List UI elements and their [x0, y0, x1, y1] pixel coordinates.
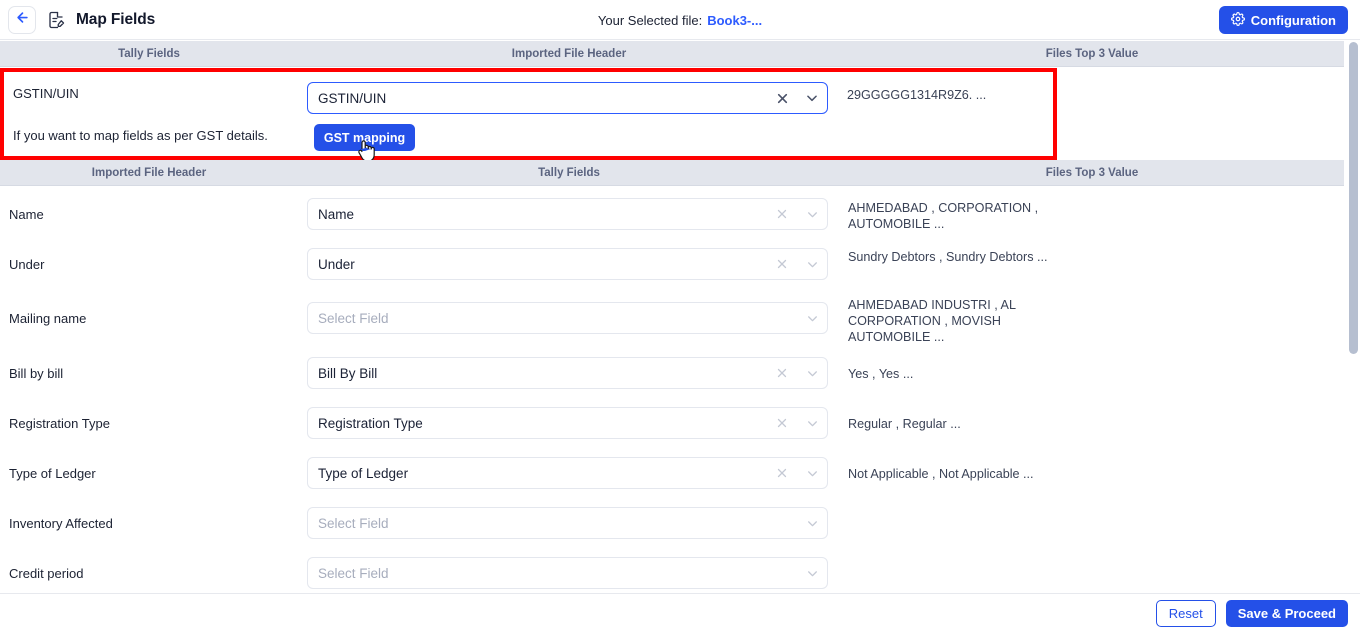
- gear-icon: [1230, 11, 1245, 29]
- save-and-proceed-button[interactable]: Save & Proceed: [1225, 600, 1348, 627]
- row-label: Inventory Affected: [9, 516, 113, 531]
- chevron-down-icon[interactable]: [797, 407, 827, 439]
- table-row: Name Name AHMEDABAD , CORPORATION , AUTOMO…: [0, 190, 1344, 240]
- gst-mapping-button[interactable]: GST mapping: [314, 124, 415, 151]
- column-header-tally-fields: Tally Fields: [118, 48, 180, 60]
- field-select[interactable]: Type of Ledger: [307, 457, 828, 489]
- field-select[interactable]: Registration Type: [307, 407, 828, 439]
- field-select-value: Type of Ledger: [318, 465, 409, 481]
- chevron-down-icon[interactable]: [797, 557, 827, 589]
- column-header-files-top-3-value: Files Top 3 Value: [1045, 48, 1139, 60]
- table-row: Mailing name Select Field AHMEDABAD INDUST…: [0, 295, 1344, 345]
- top-bar: Map Fields: [0, 0, 1360, 40]
- row-top-values: AHMEDABAD , CORPORATION , AUTOMOBILE ...: [848, 201, 1039, 231]
- footer-actions: Reset Save & Proceed: [0, 593, 1360, 633]
- field-select[interactable]: Name: [307, 198, 828, 230]
- row-top-values: Not Applicable , Not Applicable ...: [848, 467, 1034, 481]
- table-row: Bill by bill Bill By Bill Yes , Yes ...: [0, 350, 1344, 400]
- field-select[interactable]: Select Field: [307, 302, 828, 334]
- row-top-values: AHMEDABAD INDUSTRI , AL CORPORATION , MO…: [848, 298, 1016, 344]
- column-header-files-top-3-value-2: Files Top 3 Value: [1045, 167, 1139, 179]
- field-select-value: Select Field: [318, 310, 389, 326]
- table-row: Inventory Affected Select Field: [0, 500, 1344, 550]
- close-icon[interactable]: [767, 357, 797, 389]
- column-header-imported-file-header-2: Imported File Header: [91, 167, 207, 179]
- field-select-value: Registration Type: [318, 415, 423, 431]
- chevron-down-icon[interactable]: [797, 357, 827, 389]
- close-icon[interactable]: [767, 248, 797, 280]
- gst-mapping-note: If you want to map fields as per GST det…: [13, 128, 268, 143]
- table-row: Under Under Sundry Debtors , Sundry Debtor…: [0, 240, 1344, 290]
- chevron-down-icon[interactable]: [797, 248, 827, 280]
- chevron-down-icon[interactable]: [797, 507, 827, 539]
- map-fields-screen: Map Fields Your Selected file: Book3-...…: [0, 0, 1360, 633]
- document-edit-icon: [46, 10, 66, 30]
- row-label: Credit period: [9, 566, 84, 581]
- gstin-row: GSTIN/UIN GSTIN/UIN 29GGGGG1314R9Z6. ...: [4, 72, 1053, 120]
- column-header-row-mid: Imported File Header Tally Fields Files …: [0, 160, 1344, 186]
- gstin-highlight-block: GSTIN/UIN GSTIN/UIN 29GGGGG1314R9Z6. ...…: [0, 68, 1057, 160]
- row-label: Under: [9, 257, 45, 272]
- close-icon[interactable]: [767, 82, 797, 114]
- field-select-value: Name: [318, 206, 355, 222]
- back-button[interactable]: [8, 5, 36, 34]
- selected-file-link[interactable]: Book3-...: [707, 13, 762, 28]
- table-row: Registration Type Registration Type Regula…: [0, 400, 1344, 450]
- close-icon[interactable]: [767, 198, 797, 230]
- gstin-select[interactable]: GSTIN/UIN: [307, 82, 828, 114]
- table-row: Type of Ledger Type of Ledger Not Applicab…: [0, 450, 1344, 500]
- configuration-button[interactable]: Configuration: [1218, 6, 1348, 34]
- gstin-top-values: 29GGGGG1314R9Z6. ...: [847, 88, 987, 102]
- column-header-tally-fields-2: Tally Fields: [538, 167, 600, 179]
- arrow-left-icon: [15, 10, 30, 30]
- configuration-label: Configuration: [1250, 12, 1336, 28]
- gstin-select-value: GSTIN/UIN: [318, 90, 387, 106]
- gstin-row-label: GSTIN/UIN: [13, 86, 79, 101]
- row-label: Bill by bill: [9, 366, 64, 381]
- field-select-value: Select Field: [318, 565, 389, 581]
- field-select[interactable]: Under: [307, 248, 828, 280]
- column-header-row-top: Tally Fields Imported File Header Files …: [0, 41, 1344, 67]
- field-select-value: Bill By Bill: [318, 365, 378, 381]
- field-select[interactable]: Bill By Bill: [307, 357, 828, 389]
- chevron-down-icon[interactable]: [797, 198, 827, 230]
- close-icon[interactable]: [767, 457, 797, 489]
- chevron-down-icon[interactable]: [797, 82, 827, 114]
- row-top-values: Yes , Yes ...: [848, 367, 914, 381]
- field-select-value: Under: [318, 256, 355, 272]
- row-label: Type of Ledger: [9, 466, 96, 481]
- field-select[interactable]: Select Field: [307, 557, 828, 589]
- row-label: Registration Type: [9, 416, 110, 431]
- reset-button[interactable]: Reset: [1155, 600, 1216, 627]
- field-select-value: Select Field: [318, 515, 389, 531]
- chevron-down-icon[interactable]: [797, 457, 827, 489]
- row-label: Mailing name: [9, 311, 87, 326]
- page-title: Map Fields: [76, 10, 156, 28]
- column-header-imported-file-header: Imported File Header: [511, 48, 627, 60]
- row-label: Name: [9, 207, 44, 222]
- close-icon[interactable]: [767, 407, 797, 439]
- chevron-down-icon[interactable]: [797, 302, 827, 334]
- row-top-values: Regular , Regular ...: [848, 417, 961, 431]
- vertical-scrollbar[interactable]: [1346, 40, 1360, 592]
- field-select[interactable]: Select Field: [307, 507, 828, 539]
- scrollbar-thumb[interactable]: [1349, 42, 1358, 354]
- row-top-values: Sundry Debtors , Sundry Debtors ...: [848, 250, 1048, 264]
